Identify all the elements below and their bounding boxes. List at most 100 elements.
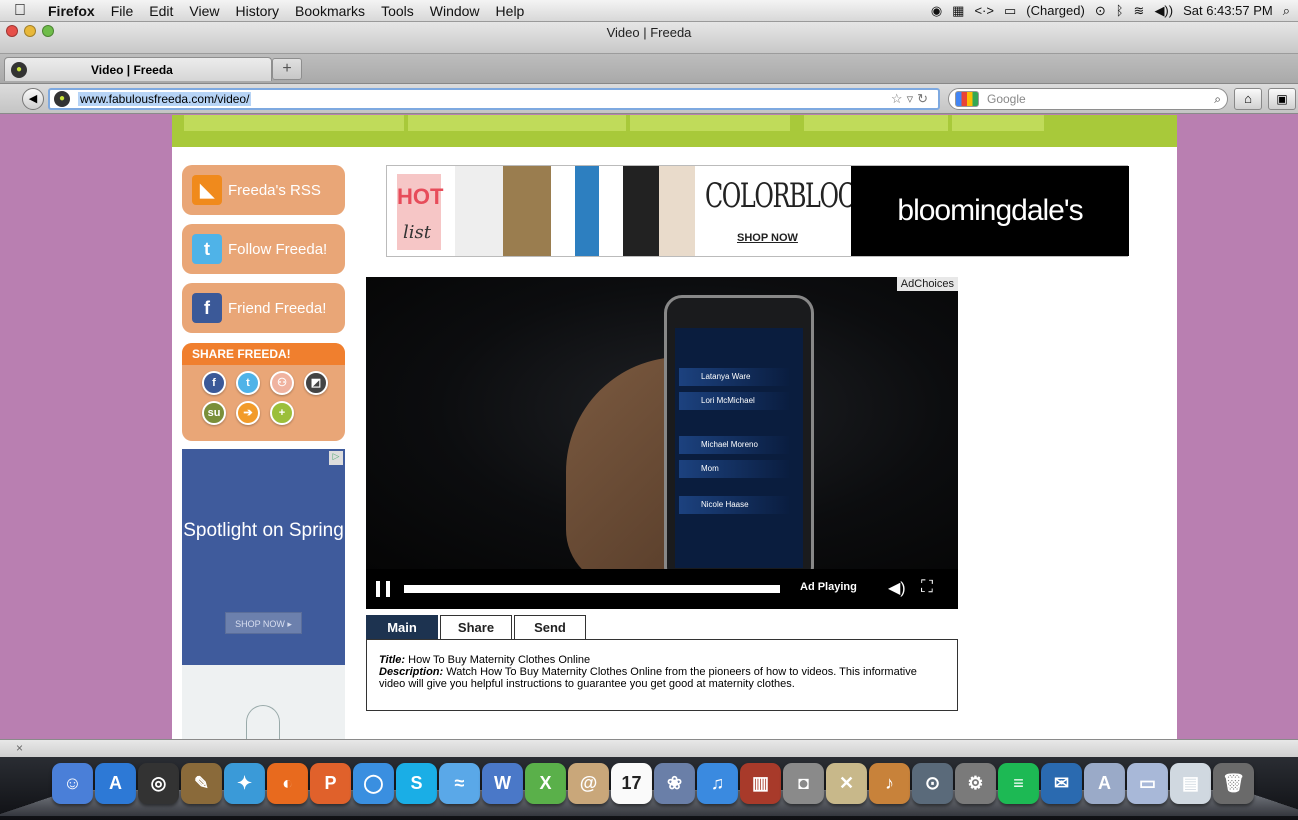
side-ad-headline: Spotlight on Spring [183,520,344,541]
url-text[interactable]: www.fabulousfreeda.com/video/ [78,92,252,106]
adchoices-icon[interactable]: ▷ [329,451,343,465]
battery-status[interactable]: (Charged) [1026,3,1085,18]
skype-icon[interactable]: S [396,763,437,804]
volume-icon[interactable]: ◀)) [1154,3,1173,19]
freeda-favicon-icon: ● [11,61,27,78]
trash-icon[interactable]: 🗑 [1213,763,1254,804]
facebook-share-icon[interactable]: f [202,371,226,395]
progress-bar[interactable] [404,585,780,593]
menu-file[interactable]: File [103,3,142,19]
system-preferences-icon[interactable]: ⚙ [955,763,996,804]
back-button[interactable]: ◀ [22,88,44,110]
adchoices-label[interactable]: AdChoices [896,277,958,291]
word-icon[interactable]: W [482,763,523,804]
photo-booth-icon[interactable]: ▥ [740,763,781,804]
addon-bar: × [0,739,1298,757]
downloads-stack-icon[interactable]: ▤ [1170,763,1211,804]
address-book-icon[interactable]: @ [568,763,609,804]
friend-facebook-button[interactable]: f Friend Freeda! [182,283,345,333]
bookmark-star-icon[interactable]: ☆▿↻ [891,91,932,107]
nav-item-1[interactable] [184,115,404,131]
site-identity-icon[interactable]: ● [54,91,70,107]
code-icon[interactable]: <·> [974,3,994,18]
video-title: How To Buy Maternity Clothes Online [408,654,591,666]
tab-title: Video | Freeda [91,62,173,77]
documents-folder-icon[interactable]: ▭ [1127,763,1168,804]
search-icon[interactable]: ⌕ [1214,92,1221,107]
myspace-share-icon[interactable]: ⚇ [270,371,294,395]
nav-item-4[interactable] [804,115,948,131]
time-machine-icon[interactable]: ⊙ [1095,3,1106,19]
tab-send[interactable]: Send [514,615,586,639]
menu-tools[interactable]: Tools [373,3,422,19]
powerpoint-icon[interactable]: P [310,763,351,804]
url-bar[interactable]: ● www.fabulousfreeda.com/video/ ☆▿↻ [48,88,940,110]
garageband-icon[interactable]: ♪ [869,763,910,804]
battery-icon[interactable]: ▭ [1004,3,1016,19]
wifi-icon[interactable]: ≋ [1134,3,1145,19]
email-share-icon[interactable]: ➔ [236,401,260,425]
apple-icon[interactable]:  [0,2,40,20]
app-store-icon[interactable]: A [95,763,136,804]
image-capture-icon[interactable]: ◘ [783,763,824,804]
close-addon-bar-button[interactable]: × [16,741,23,755]
ical-icon[interactable]: 17 [611,763,652,804]
menu-window[interactable]: Window [422,3,488,19]
nav-item-3[interactable] [630,115,790,131]
dvd-player-icon[interactable]: ✕ [826,763,867,804]
safari-icon[interactable]: ✦ [224,763,265,804]
video-player[interactable]: Latanya Ware Lori McMichael Michael More… [366,277,958,609]
tab-main[interactable]: Main [366,615,438,639]
stickies-icon[interactable]: ≈ [439,763,480,804]
preview-icon[interactable]: ✎ [181,763,222,804]
toolbar-extra-button[interactable]: ▣ [1268,88,1296,110]
clock[interactable]: Sat 6:43:57 PM [1183,3,1273,18]
banner-shop-now-link[interactable]: SHOP NOW [737,232,798,244]
itunes-icon[interactable]: ♫ [697,763,738,804]
status-icon[interactable]: ◉ [931,3,942,19]
fullscreen-icon[interactable]: ⛶ [921,577,933,597]
ichat-icon[interactable]: ◯ [353,763,394,804]
stumbleupon-share-icon[interactable]: su [202,401,226,425]
sidebar-ad[interactable]: ▷ Spotlight on Spring SHOP NOW ▸ [182,449,345,739]
twitter-share-icon[interactable]: t [236,371,260,395]
navigation-bar: ◀ ● www.fabulousfreeda.com/video/ ☆▿↻ Go… [0,84,1298,114]
side-ad-shop-button[interactable]: SHOP NOW ▸ [225,612,302,634]
follow-twitter-button[interactable]: t Follow Freeda! [182,224,345,274]
video-frame: Latanya Ware Lori McMichael Michael More… [366,277,958,587]
rss-button[interactable]: ◣ Freeda's RSS [182,165,345,215]
pause-icon[interactable] [376,581,390,597]
google-engine-icon[interactable] [955,91,979,107]
thunderbird-icon[interactable]: ✉ [1041,763,1082,804]
nav-item-5[interactable] [952,115,1044,131]
iphoto-icon[interactable]: ❀ [654,763,695,804]
nav-item-2[interactable] [408,115,626,131]
screen-icon[interactable]: ▦ [952,3,964,19]
menu-history[interactable]: History [227,3,287,19]
menu-app-firefox[interactable]: Firefox [40,3,103,19]
delicious-share-icon[interactable]: ◩ [304,371,328,395]
excel-icon[interactable]: X [525,763,566,804]
browser-tab[interactable]: ● Video | Freeda [4,57,272,81]
menu-edit[interactable]: Edit [141,3,181,19]
bluetooth-icon[interactable]: ᛒ [1116,3,1124,18]
dashboard-icon[interactable]: ◎ [138,763,179,804]
new-tab-button[interactable]: + [272,58,302,80]
tab-share[interactable]: Share [440,615,512,639]
applications-folder-icon[interactable]: A [1084,763,1125,804]
menu-help[interactable]: Help [488,3,533,19]
search-placeholder[interactable]: Google [987,92,1026,106]
arch-graphic [246,705,280,739]
search-bar[interactable]: Google ⌕ [948,88,1228,110]
firefox-icon[interactable]: ◐ [267,763,308,804]
spotlight-icon[interactable]: ⌕ [1283,3,1290,19]
volume-icon[interactable]: ◀) [888,578,906,598]
menu-view[interactable]: View [181,3,227,19]
menu-bookmarks[interactable]: Bookmarks [287,3,373,19]
home-button[interactable]: ⌂ [1234,88,1262,110]
time-machine-dock-icon[interactable]: ⊙ [912,763,953,804]
bloomingdales-banner-ad[interactable]: HOT list COLORBLOCK SHOP NOW bloomingdal… [386,165,1129,257]
more-share-icon[interactable]: + [270,401,294,425]
spotify-icon[interactable]: ≡ [998,763,1039,804]
finder-icon[interactable]: ☺ [52,763,93,804]
